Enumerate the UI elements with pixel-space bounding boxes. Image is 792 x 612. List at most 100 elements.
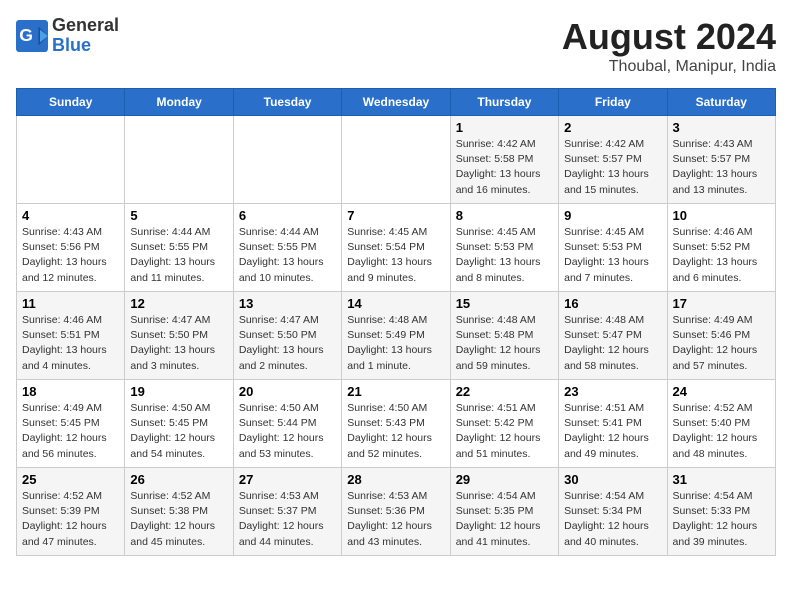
day-number: 31 — [673, 472, 770, 487]
calendar-cell: 29Sunrise: 4:54 AMSunset: 5:35 PMDayligh… — [450, 468, 558, 556]
day-info: Sunrise: 4:43 AMSunset: 5:56 PMDaylight:… — [22, 225, 119, 286]
day-number: 24 — [673, 384, 770, 399]
day-info: Sunrise: 4:54 AMSunset: 5:33 PMDaylight:… — [673, 489, 770, 550]
day-number: 17 — [673, 296, 770, 311]
day-info: Sunrise: 4:49 AMSunset: 5:46 PMDaylight:… — [673, 313, 770, 374]
day-number: 22 — [456, 384, 553, 399]
calendar-cell: 5 Sunrise: 4:44 AMSunset: 5:55 PMDaylight… — [125, 204, 233, 292]
calendar-cell: 1 Sunrise: 4:42 AMSunset: 5:58 PMDaylight… — [450, 116, 558, 204]
calendar-cell: 12 Sunrise: 4:47 AMSunset: 5:50 PMDayligh… — [125, 292, 233, 380]
day-number: 11 — [22, 296, 119, 311]
calendar-cell: 26 Sunrise: 4:52 AMSunset: 5:38 PMDayligh… — [125, 468, 233, 556]
calendar-cell: 28 Sunrise: 4:53 AMSunset: 5:36 PMDayligh… — [342, 468, 450, 556]
calendar-cell: 30Sunrise: 4:54 AMSunset: 5:34 PMDayligh… — [559, 468, 667, 556]
calendar-cell: 25 Sunrise: 4:52 AMSunset: 5:39 PMDayligh… — [17, 468, 125, 556]
day-info: Sunrise: 4:43 AMSunset: 5:57 PMDaylight:… — [673, 137, 770, 198]
day-header-monday: Monday — [125, 89, 233, 116]
calendar-body: 1 Sunrise: 4:42 AMSunset: 5:58 PMDaylight… — [17, 116, 776, 556]
day-info: Sunrise: 4:52 AMSunset: 5:38 PMDaylight:… — [130, 489, 227, 550]
calendar-cell: 21 Sunrise: 4:50 AMSunset: 5:43 PMDayligh… — [342, 380, 450, 468]
day-number: 19 — [130, 384, 227, 399]
calendar-cell: 6 Sunrise: 4:44 AMSunset: 5:55 PMDaylight… — [233, 204, 341, 292]
calendar-cell: 17 Sunrise: 4:49 AMSunset: 5:46 PMDayligh… — [667, 292, 775, 380]
day-number: 9 — [564, 208, 661, 223]
day-header-friday: Friday — [559, 89, 667, 116]
week-row-3: 11 Sunrise: 4:46 AMSunset: 5:51 PMDayligh… — [17, 292, 776, 380]
day-number: 26 — [130, 472, 227, 487]
day-info: Sunrise: 4:53 AMSunset: 5:37 PMDaylight:… — [239, 489, 336, 550]
calendar-cell: 3 Sunrise: 4:43 AMSunset: 5:57 PMDaylight… — [667, 116, 775, 204]
day-number: 28 — [347, 472, 444, 487]
logo-general: General — [52, 15, 119, 35]
day-info: Sunrise: 4:46 AMSunset: 5:52 PMDaylight:… — [673, 225, 770, 286]
calendar-cell: 23Sunrise: 4:51 AMSunset: 5:41 PMDayligh… — [559, 380, 667, 468]
calendar-cell: 20 Sunrise: 4:50 AMSunset: 5:44 PMDayligh… — [233, 380, 341, 468]
day-number: 6 — [239, 208, 336, 223]
day-info: Sunrise: 4:53 AMSunset: 5:36 PMDaylight:… — [347, 489, 444, 550]
day-info: Sunrise: 4:44 AMSunset: 5:55 PMDaylight:… — [239, 225, 336, 286]
week-row-2: 4 Sunrise: 4:43 AMSunset: 5:56 PMDaylight… — [17, 204, 776, 292]
day-number: 14 — [347, 296, 444, 311]
day-number: 16 — [564, 296, 661, 311]
day-number: 1 — [456, 120, 553, 135]
day-header-sunday: Sunday — [17, 89, 125, 116]
day-header-thursday: Thursday — [450, 89, 558, 116]
logo-icon: G — [16, 20, 48, 52]
week-row-4: 18Sunrise: 4:49 AMSunset: 5:45 PMDayligh… — [17, 380, 776, 468]
day-number: 2 — [564, 120, 661, 135]
day-info: Sunrise: 4:48 AMSunset: 5:49 PMDaylight:… — [347, 313, 444, 374]
day-info: Sunrise: 4:49 AMSunset: 5:45 PMDaylight:… — [22, 401, 119, 462]
logo: G General Blue — [16, 16, 119, 56]
day-info: Sunrise: 4:46 AMSunset: 5:51 PMDaylight:… — [22, 313, 119, 374]
day-number: 10 — [673, 208, 770, 223]
day-info: Sunrise: 4:48 AMSunset: 5:47 PMDaylight:… — [564, 313, 661, 374]
day-number: 21 — [347, 384, 444, 399]
day-number: 25 — [22, 472, 119, 487]
day-info: Sunrise: 4:48 AMSunset: 5:48 PMDaylight:… — [456, 313, 553, 374]
day-number: 20 — [239, 384, 336, 399]
day-number: 12 — [130, 296, 227, 311]
calendar-cell — [342, 116, 450, 204]
page-subtitle: Thoubal, Manipur, India — [562, 58, 776, 76]
calendar-cell: 14 Sunrise: 4:48 AMSunset: 5:49 PMDayligh… — [342, 292, 450, 380]
day-number: 23 — [564, 384, 661, 399]
header-row: SundayMondayTuesdayWednesdayThursdayFrid… — [17, 89, 776, 116]
day-info: Sunrise: 4:45 AMSunset: 5:54 PMDaylight:… — [347, 225, 444, 286]
calendar-cell: 9Sunrise: 4:45 AMSunset: 5:53 PMDaylight… — [559, 204, 667, 292]
day-info: Sunrise: 4:42 AMSunset: 5:57 PMDaylight:… — [564, 137, 661, 198]
calendar-cell: 4 Sunrise: 4:43 AMSunset: 5:56 PMDaylight… — [17, 204, 125, 292]
day-number: 5 — [130, 208, 227, 223]
day-number: 30 — [564, 472, 661, 487]
day-info: Sunrise: 4:54 AMSunset: 5:35 PMDaylight:… — [456, 489, 553, 550]
svg-text:G: G — [19, 25, 33, 45]
day-info: Sunrise: 4:45 AMSunset: 5:53 PMDaylight:… — [456, 225, 553, 286]
day-info: Sunrise: 4:50 AMSunset: 5:43 PMDaylight:… — [347, 401, 444, 462]
calendar-cell: 19 Sunrise: 4:50 AMSunset: 5:45 PMDayligh… — [125, 380, 233, 468]
day-info: Sunrise: 4:50 AMSunset: 5:44 PMDaylight:… — [239, 401, 336, 462]
week-row-1: 1 Sunrise: 4:42 AMSunset: 5:58 PMDaylight… — [17, 116, 776, 204]
page-title: August 2024 — [562, 16, 776, 58]
logo-blue: Blue — [52, 35, 91, 55]
day-number: 3 — [673, 120, 770, 135]
calendar-cell: 2 Sunrise: 4:42 AMSunset: 5:57 PMDaylight… — [559, 116, 667, 204]
calendar-cell: 10 Sunrise: 4:46 AMSunset: 5:52 PMDayligh… — [667, 204, 775, 292]
day-number: 8 — [456, 208, 553, 223]
calendar-cell: 24Sunrise: 4:52 AMSunset: 5:40 PMDayligh… — [667, 380, 775, 468]
day-number: 7 — [347, 208, 444, 223]
day-info: Sunrise: 4:52 AMSunset: 5:39 PMDaylight:… — [22, 489, 119, 550]
day-header-tuesday: Tuesday — [233, 89, 341, 116]
calendar-cell: 18Sunrise: 4:49 AMSunset: 5:45 PMDayligh… — [17, 380, 125, 468]
day-info: Sunrise: 4:51 AMSunset: 5:42 PMDaylight:… — [456, 401, 553, 462]
page-header: G General Blue August 2024 Thoubal, Mani… — [16, 16, 776, 76]
day-number: 4 — [22, 208, 119, 223]
day-info: Sunrise: 4:47 AMSunset: 5:50 PMDaylight:… — [239, 313, 336, 374]
day-number: 13 — [239, 296, 336, 311]
day-info: Sunrise: 4:42 AMSunset: 5:58 PMDaylight:… — [456, 137, 553, 198]
day-info: Sunrise: 4:47 AMSunset: 5:50 PMDaylight:… — [130, 313, 227, 374]
day-header-saturday: Saturday — [667, 89, 775, 116]
day-info: Sunrise: 4:44 AMSunset: 5:55 PMDaylight:… — [130, 225, 227, 286]
day-info: Sunrise: 4:50 AMSunset: 5:45 PMDaylight:… — [130, 401, 227, 462]
week-row-5: 25 Sunrise: 4:52 AMSunset: 5:39 PMDayligh… — [17, 468, 776, 556]
calendar-header: SundayMondayTuesdayWednesdayThursdayFrid… — [17, 89, 776, 116]
calendar-cell — [233, 116, 341, 204]
